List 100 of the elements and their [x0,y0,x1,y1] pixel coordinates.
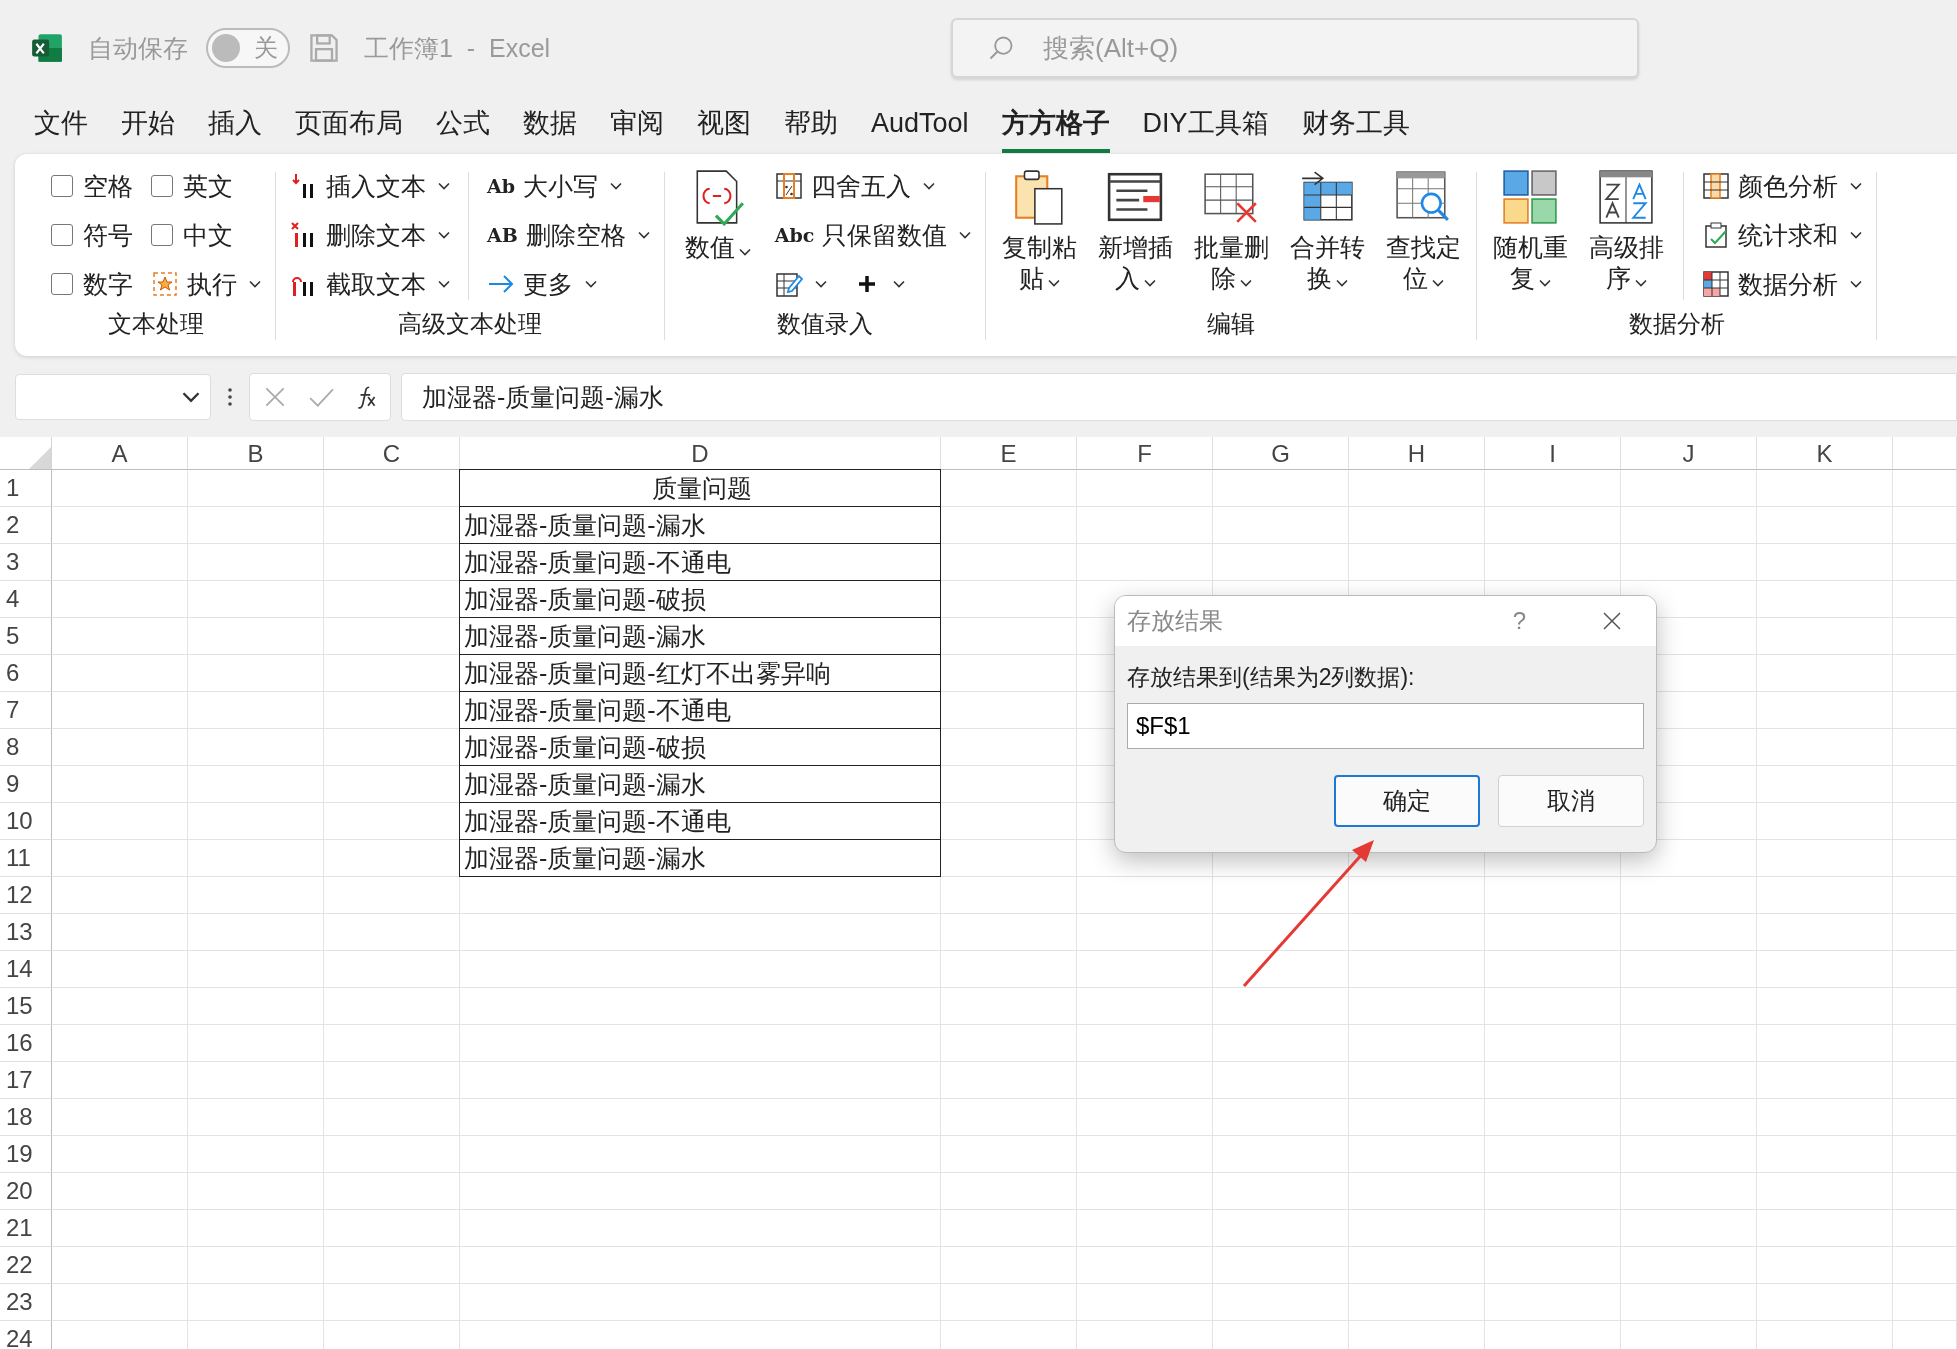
column-header[interactable]: C [324,437,460,470]
table-cell: 加湿器-质量问题-漏水 [459,766,941,803]
ribbon-large-button[interactable]: 高级排序 [1587,168,1666,295]
row-header[interactable]: 20 [0,1173,52,1210]
dialog-title: 存放结果 [1127,606,1224,636]
menu-tab[interactable]: 帮助 [784,97,838,153]
ribbon-button[interactable]: 截取文本 [290,266,450,302]
ribbon-button[interactable]: 四舍五入 [774,168,972,204]
column-header[interactable]: I [1485,437,1621,470]
group-label: 高级文本处理 [397,309,542,339]
document-title: 工作簿1 - Excel [364,32,551,64]
menu-tab[interactable]: 开始 [121,97,175,153]
column-header[interactable]: E [941,437,1077,470]
row-header[interactable]: 6 [0,655,52,692]
ribbon-button[interactable]: Ab 大小写 [487,168,650,204]
table-cell: 加湿器-质量问题-破损 [459,729,941,766]
row-header[interactable]: 11 [0,840,52,877]
row-header[interactable]: 18 [0,1099,52,1136]
checkbox[interactable]: 中文 [151,217,261,253]
ribbon-button[interactable]: 数据分析 [1702,266,1863,302]
row-header[interactable]: 16 [0,1025,52,1062]
row-header[interactable]: 23 [0,1284,52,1321]
table-cell: 加湿器-质量问题-不通电 [459,544,941,581]
table-cell: 质量问题 [459,469,941,507]
ribbon-large-button[interactable]: 复制粘贴 [1000,168,1079,295]
ribbon-button[interactable]: 颜色分析 [1702,168,1863,204]
menu-tab[interactable]: 审阅 [610,97,664,153]
checkbox[interactable]: 英文 [151,168,261,204]
column-header[interactable]: J [1621,437,1757,470]
column-header[interactable]: B [188,437,324,470]
table-cell: 加湿器-质量问题-不通电 [459,692,941,729]
group-label: 文本处理 [108,309,204,339]
row-header[interactable]: 8 [0,729,52,766]
row-header[interactable]: 4 [0,581,52,618]
ribbon-button[interactable]: 统计求和 [1702,217,1863,253]
row-header[interactable]: 10 [0,803,52,840]
autosave-label: 自动保存 [88,32,188,64]
column-header[interactable]: G [1213,437,1349,470]
row-header[interactable]: 24 [0,1321,52,1349]
menu-tab[interactable]: 文件 [34,97,88,153]
menu-tab[interactable]: DIY工具箱 [1142,97,1269,153]
table-cell: 加湿器-质量问题-破损 [459,581,941,618]
column-header[interactable]: H [1349,437,1485,470]
formula-input[interactable]: 加湿器-质量问题-漏水 [401,373,1957,421]
search-field[interactable]: 搜索(Alt+Q) [951,18,1639,78]
row-header[interactable]: 21 [0,1210,52,1247]
menu-tab[interactable]: 视图 [697,97,751,153]
ribbon-large-button[interactable]: 合并转换 [1288,168,1367,295]
ribbon-button[interactable]: 执行 [151,266,261,302]
column-header[interactable]: A [52,437,188,470]
row-header[interactable]: 15 [0,988,52,1025]
checkbox[interactable]: 空格 [51,168,133,204]
ribbon-large-button[interactable]: 数值 [678,168,757,264]
range-input[interactable]: $F$1 [1127,703,1644,749]
row-header[interactable]: 1 [0,470,52,507]
dialog-button[interactable]: 确定 [1334,775,1480,827]
column-header[interactable]: F [1077,437,1213,470]
ribbon-button[interactable]: AB 删除空格 [487,217,650,253]
group-label: 数值录入 [777,309,874,339]
row-header[interactable]: 19 [0,1136,52,1173]
ribbon-large-button[interactable]: 查找定位 [1384,168,1463,295]
ribbon-button[interactable]: 删除文本 [290,217,450,253]
checkbox[interactable]: 数字 [51,266,133,302]
ribbon-large-button[interactable]: 批量删除 [1192,168,1271,295]
ribbon-button[interactable]: 更多 [487,266,650,302]
menu-tab[interactable]: 插入 [208,97,262,153]
menu-tab[interactable]: 公式 [436,97,490,153]
ribbon-large-button[interactable]: 新增插入 [1096,168,1175,295]
letters-icon: AB [487,224,518,246]
column-header[interactable]: K [1757,437,1893,470]
row-header[interactable]: 9 [0,766,52,803]
ribbon-button[interactable]: Abc 只保留数值 [774,217,972,253]
table-cell: 加湿器-质量问题-漏水 [459,618,941,655]
table-cell: 加湿器-质量问题-不通电 [459,803,941,840]
row-header[interactable]: 5 [0,618,52,655]
ribbon-button[interactable]: 插入文本 [290,168,450,204]
letters-icon: Ab [487,175,516,197]
dialog-button[interactable]: 取消 [1498,775,1644,827]
row-header[interactable]: 14 [0,951,52,988]
help-button[interactable]: ? [1512,607,1526,635]
menu-tab[interactable]: AudTool [871,99,969,151]
row-header[interactable]: 13 [0,914,52,951]
group-label: 数据分析 [1628,309,1725,339]
row-header[interactable]: 22 [0,1247,52,1284]
checkbox[interactable]: 符号 [51,217,133,253]
table-cell: 加湿器-质量问题-漏水 [459,507,941,544]
menu-tab[interactable]: 数据 [523,97,577,153]
table-cell: 加湿器-质量问题-漏水 [459,840,941,877]
dialog-prompt: 存放结果到(结果为2列数据): [1127,663,1416,692]
row-header[interactable]: 7 [0,692,52,729]
row-header[interactable]: 12 [0,877,52,914]
group-label: 编辑 [1207,309,1256,339]
row-header[interactable]: 17 [0,1062,52,1099]
ribbon-large-button[interactable]: 随机重复 [1491,168,1570,295]
letters-icon: Abc [774,224,815,246]
menu-tab[interactable]: 页面布局 [295,97,403,153]
row-header[interactable]: 3 [0,544,52,581]
table-cell: 加湿器-质量问题-红灯不出雾异响 [459,655,941,692]
menu-tab[interactable]: 财务工具 [1301,97,1410,153]
row-header[interactable]: 2 [0,507,52,544]
